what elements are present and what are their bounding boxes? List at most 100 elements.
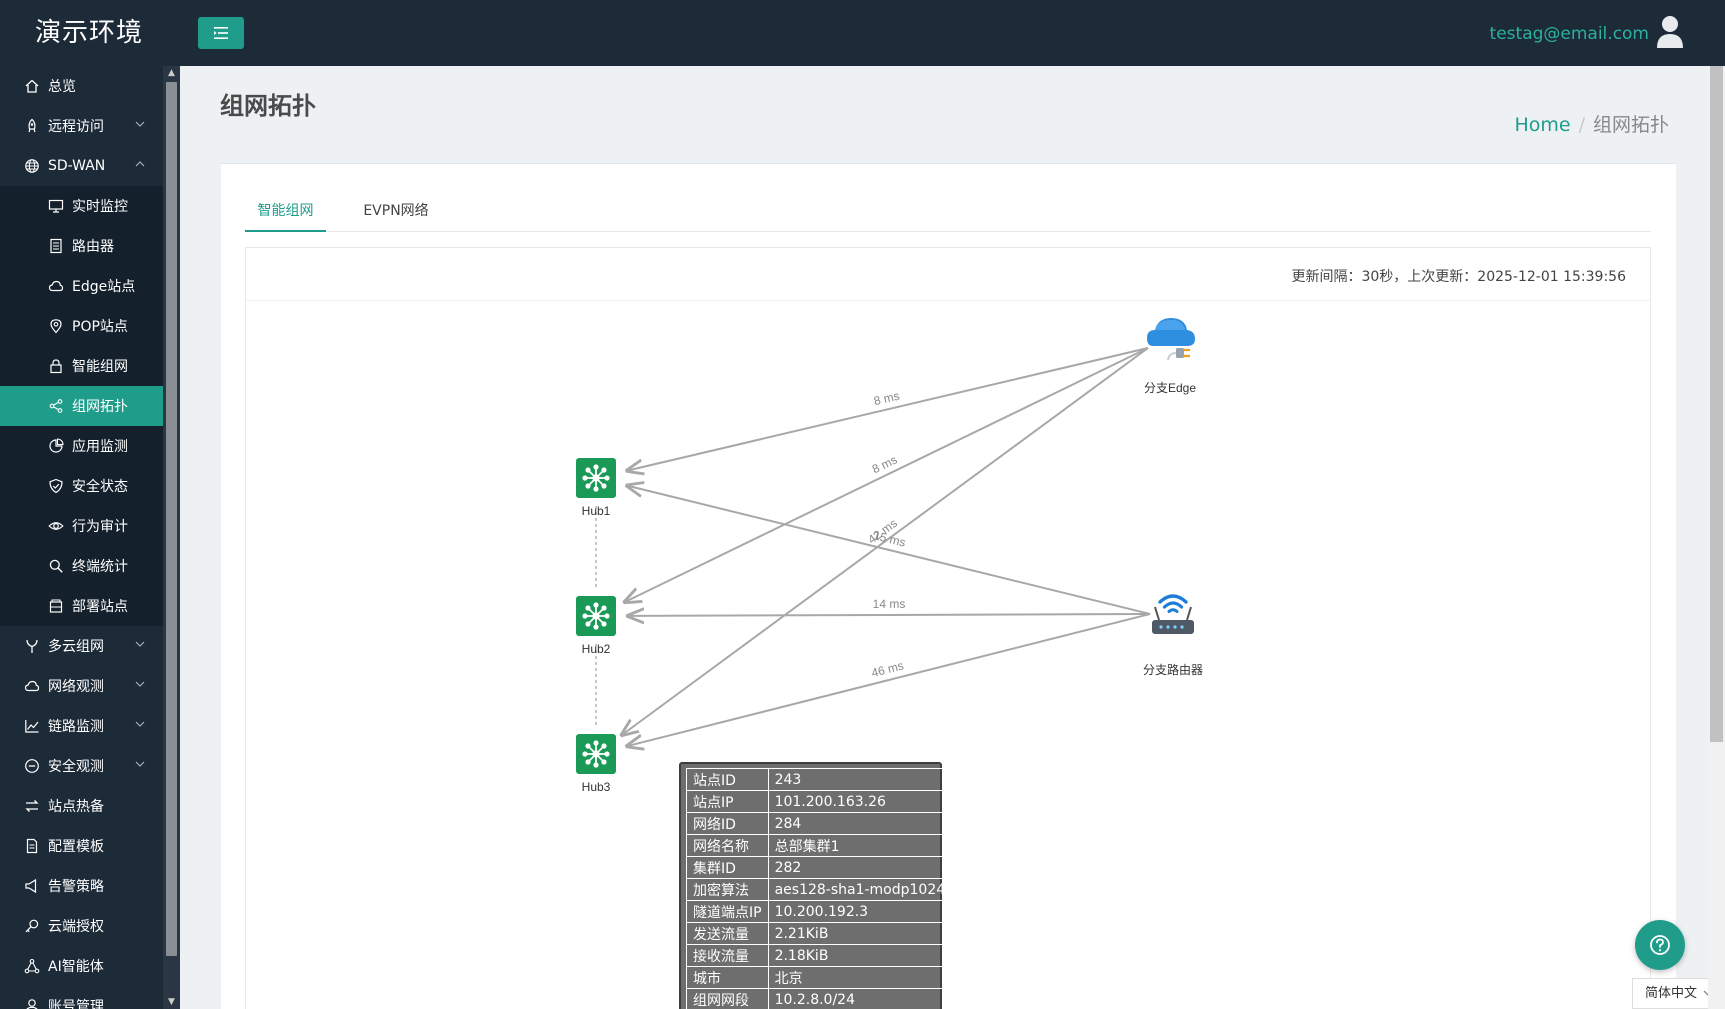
- tooltip-row: 加密算法 aes128-sha1-modp1024: [686, 878, 953, 901]
- tooltip-value: 284: [767, 812, 953, 835]
- main-scroll-thumb[interactable]: [1710, 66, 1723, 742]
- eye-icon: [48, 518, 64, 534]
- tooltip-value: aes128-sha1-modp1024: [767, 878, 953, 901]
- help-button[interactable]: [1635, 920, 1685, 970]
- ai-icon: [24, 958, 40, 974]
- chevron-down-icon: [135, 721, 145, 727]
- tooltip-key: 组网网段: [686, 988, 769, 1009]
- router-icon: [48, 238, 64, 254]
- tooltip-table: 站点ID 243 站点IP 101.200.163.26 网络ID 284 网络名称 总部集群…: [686, 768, 953, 1009]
- sidebar-item-label: 多云组网: [48, 639, 104, 655]
- tooltip-key: 接收流量: [686, 944, 769, 967]
- alert-icon: [24, 878, 40, 894]
- tooltip-value: 243: [767, 768, 953, 791]
- sidebar-item-label: AI智能体: [48, 959, 104, 975]
- sidebar: 总览远程访问 SD-WAN 实时监控 路由器 Edge站点 POP站点智能组网组网拓扑应用…: [0, 66, 163, 1009]
- sidebar-item-label: 行为审计: [72, 519, 128, 535]
- pie-icon: [48, 438, 64, 454]
- sidebar-subitem-行为审计[interactable]: 行为审计: [0, 506, 163, 546]
- sidebar-item-sd-wan[interactable]: SD-WAN: [0, 146, 163, 186]
- cloud-icon: [48, 278, 64, 294]
- language-selected: 简体中文: [1645, 986, 1698, 1001]
- main-scrollbar[interactable]: [1708, 66, 1725, 1009]
- breadcrumb-current: 组网拓扑: [1592, 114, 1669, 136]
- chevron-down-icon: [135, 681, 145, 687]
- hub-icon: [576, 458, 616, 498]
- tooltip-row: 站点ID 243: [686, 768, 953, 791]
- sidebar-scrollbar[interactable]: ▲ ▼: [163, 66, 180, 1009]
- breadcrumb: Home / 组网拓扑: [1514, 110, 1669, 137]
- node-tooltip: 站点ID 243 站点IP 101.200.163.26 网络ID 284 网络名称 总部集群…: [679, 762, 953, 1009]
- menu-toggle-button[interactable]: [198, 17, 244, 49]
- key-icon: [24, 918, 40, 934]
- tooltip-key: 站点ID: [686, 768, 769, 791]
- update-info: 更新间隔：30秒，上次更新：2025-12-01 15:39:56: [1291, 269, 1626, 285]
- sidebar-subitem-edge站点[interactable]: Edge站点: [0, 266, 163, 306]
- share-icon: [48, 398, 64, 414]
- scroll-up-icon[interactable]: ▲: [163, 66, 180, 80]
- sidebar-item-云端授权[interactable]: 云端授权: [0, 906, 163, 946]
- sidebar-item-网络观测[interactable]: 网络观测: [0, 666, 163, 706]
- sidebar-item-链路监测[interactable]: 链路监测: [0, 706, 163, 746]
- tooltip-value: 10.2.8.0/24: [767, 988, 953, 1009]
- sidebar-submenu-sdwan: 实时监控 路由器 Edge站点 POP站点智能组网组网拓扑应用监测安全状态行为审计终端…: [0, 186, 163, 626]
- swap-icon: [24, 798, 40, 814]
- tooltip-value: 10.200.192.3: [767, 900, 953, 923]
- scroll-down-icon[interactable]: ▼: [163, 995, 180, 1009]
- location-icon: [48, 318, 64, 334]
- sidebar-scroll-thumb[interactable]: [166, 82, 177, 956]
- sidebar-subitem-组网拓扑[interactable]: 组网拓扑: [0, 386, 163, 426]
- sidebar-subitem-应用监测[interactable]: 应用监测: [0, 426, 163, 466]
- sidebar-item-配置模板[interactable]: 配置模板: [0, 826, 163, 866]
- tab-evpn-network[interactable]: EVPN网络: [346, 200, 446, 232]
- sidebar-subitem-路由器[interactable]: 路由器: [0, 226, 163, 266]
- box-icon: [48, 598, 64, 614]
- sidebar-item-站点热备[interactable]: 站点热备: [0, 786, 163, 826]
- topology-node-hub2[interactable]: [576, 596, 616, 636]
- monitor-icon: [48, 198, 64, 214]
- line-chart-icon: [24, 718, 40, 734]
- sidebar-subitem-实时监控[interactable]: 实时监控: [0, 186, 163, 226]
- sidebar-item-label: POP站点: [72, 319, 128, 335]
- sidebar-item-远程访问[interactable]: 远程访问: [0, 106, 163, 146]
- sidebar-subitem-安全状态[interactable]: 安全状态: [0, 466, 163, 506]
- sidebar-subitem-pop站点[interactable]: POP站点: [0, 306, 163, 346]
- sidebar-item-label: 总览: [48, 79, 76, 95]
- tooltip-row: 接收流量 2.18KiB: [686, 944, 953, 967]
- tooltip-row: 发送流量 2.21KiB: [686, 922, 953, 945]
- sidebar-item-label: SD-WAN: [48, 158, 106, 174]
- user-icon[interactable]: [1655, 15, 1685, 49]
- chevron-down-icon: [135, 121, 145, 127]
- sidebar-subitem-部署站点[interactable]: 部署站点: [0, 586, 163, 626]
- breadcrumb-home-link[interactable]: Home: [1514, 114, 1570, 136]
- sidebar-item-告警策略[interactable]: 告警策略: [0, 866, 163, 906]
- tab-bar: 智能组网 EVPN网络: [245, 200, 1651, 232]
- user-email-link[interactable]: testag@email.com: [1490, 24, 1649, 44]
- sidebar-subitem-智能组网[interactable]: 智能组网: [0, 346, 163, 386]
- tooltip-row: 网络ID 284: [686, 812, 953, 835]
- page-title: 组网拓扑: [220, 92, 316, 120]
- sidebar-item-ai智能体[interactable]: AI智能体: [0, 946, 163, 986]
- breadcrumb-separator: /: [1578, 114, 1585, 136]
- sidebar-item-安全观测[interactable]: 安全观测: [0, 746, 163, 786]
- sidebar-subitem-终端统计[interactable]: 终端统计: [0, 546, 163, 586]
- tooltip-row: 组网网段 10.2.8.0/24: [686, 988, 953, 1009]
- shield-icon: [48, 478, 64, 494]
- sidebar-item-label: 告警策略: [48, 879, 104, 895]
- tab-smart-network[interactable]: 智能组网: [245, 200, 326, 232]
- home-icon: [24, 78, 40, 94]
- sidebar-item-label: 组网拓扑: [72, 399, 128, 415]
- sidebar-item-总览[interactable]: 总览: [0, 66, 163, 106]
- sidebar-item-账号管理[interactable]: 账号管理: [0, 986, 163, 1009]
- sidebar-item-label: 安全状态: [72, 479, 128, 495]
- topology-node-hub1[interactable]: [576, 458, 616, 498]
- sidebar-item-label: 智能组网: [72, 359, 128, 375]
- sidebar-item-label: 链路监测: [48, 719, 104, 735]
- user-icon: [24, 998, 40, 1009]
- sidebar-item-多云组网[interactable]: 多云组网: [0, 626, 163, 666]
- sidebar-item-label: 站点热备: [48, 799, 104, 815]
- cloud-icon: [24, 678, 40, 694]
- sidebar-item-label: 终端统计: [72, 559, 128, 575]
- tooltip-key: 发送流量: [686, 922, 769, 945]
- topology-node-hub3[interactable]: [576, 734, 616, 774]
